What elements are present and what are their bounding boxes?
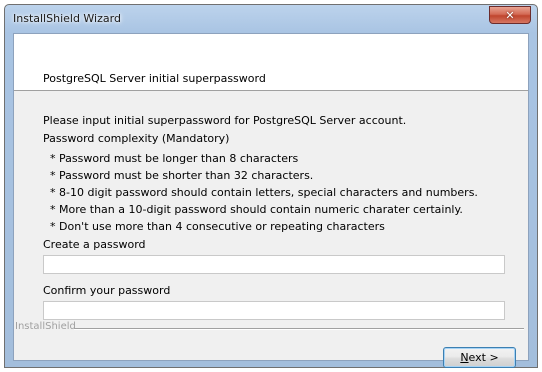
close-icon: ✕ <box>505 8 515 22</box>
rule-item: * Password must be longer than 8 charact… <box>50 152 299 165</box>
dialog-header: PostgreSQL Server initial superpassword <box>14 34 528 91</box>
confirm-password-input[interactable] <box>43 301 505 320</box>
page-title: PostgreSQL Server initial superpassword <box>43 72 266 85</box>
rule-item: * 8-10 digit password should contain let… <box>50 186 478 199</box>
next-label: ext > <box>468 351 499 364</box>
rule-item: * Password must be shorter than 32 chara… <box>50 169 314 182</box>
create-password-input[interactable] <box>43 255 505 274</box>
installer-window: InstallShield Wizard ✕ PostgreSQL Server… <box>4 4 538 368</box>
intro-text: Please input initial superpassword for P… <box>43 114 407 127</box>
installshield-brand-label: InstallShield <box>15 321 76 332</box>
next-mnemonic: N <box>460 351 469 364</box>
rule-item: * More than a 10-digit password should c… <box>50 203 463 216</box>
confirm-password-label: Confirm your password <box>43 284 171 297</box>
dialog-body: PostgreSQL Server initial superpassword … <box>13 33 529 368</box>
window-title: InstallShield Wizard <box>13 12 121 25</box>
next-button[interactable]: Next > <box>443 347 516 368</box>
rule-item: * Don't use more than 4 consecutive or r… <box>50 220 385 233</box>
close-button[interactable]: ✕ <box>489 6 531 24</box>
footer-separator <box>74 328 524 330</box>
create-password-label: Create a password <box>43 238 146 251</box>
title-bar[interactable]: InstallShield Wizard ✕ <box>5 5 537 33</box>
complexity-heading: Password complexity (Mandatory) <box>43 132 230 145</box>
